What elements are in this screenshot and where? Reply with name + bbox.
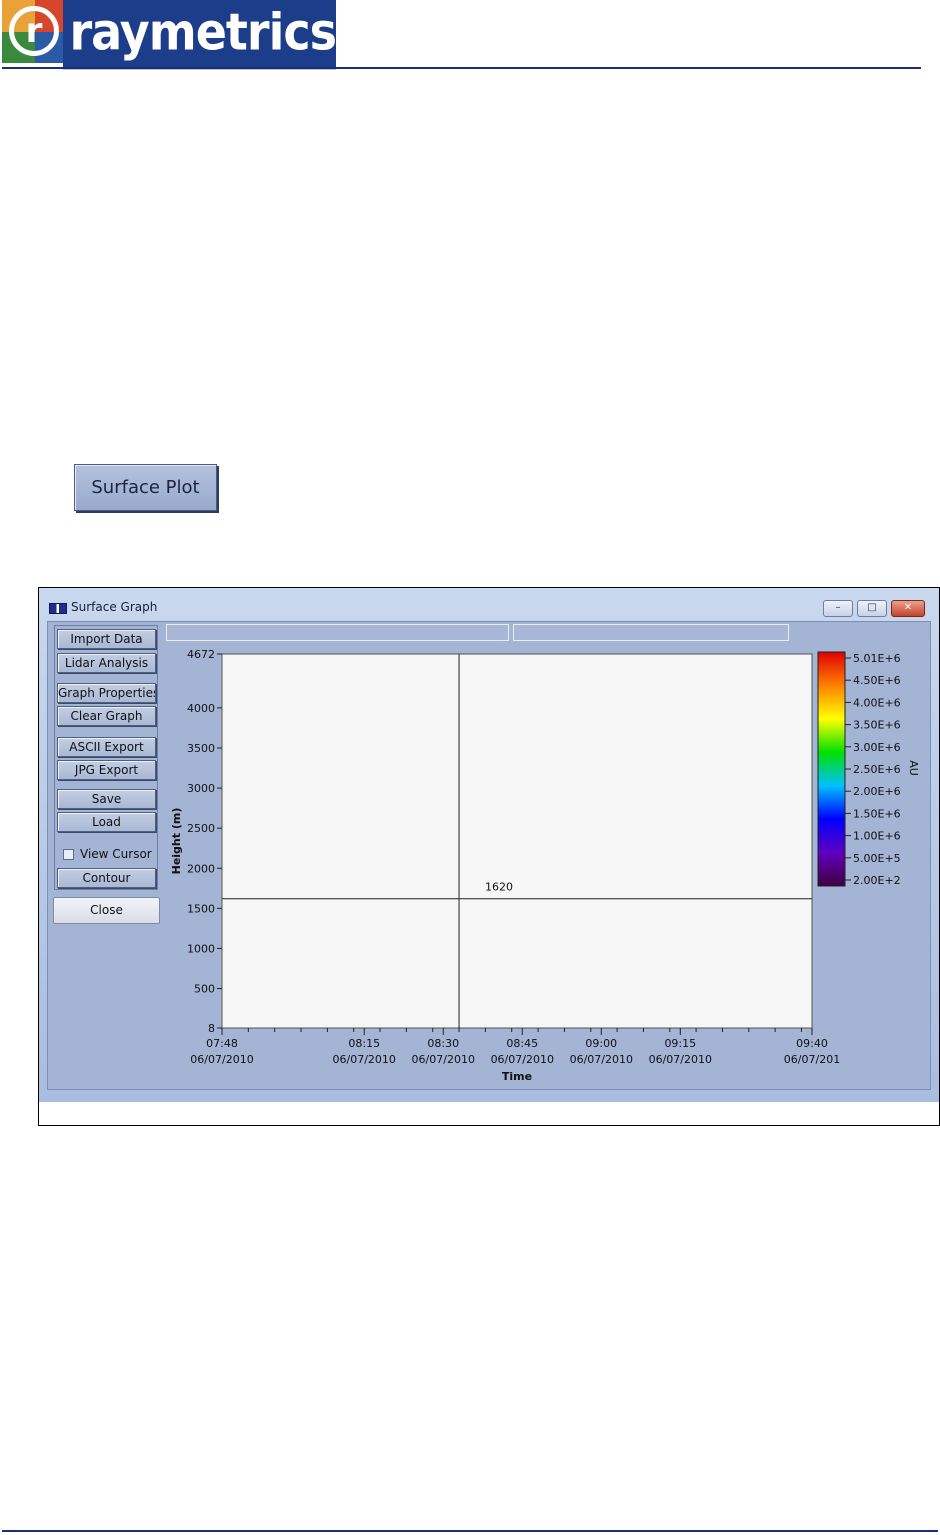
screenshot-figure: Surface Graph – □ ✕ Import Data Lidar An… — [38, 587, 940, 1126]
window-client-area: Import Data Lidar Analysis Graph Propert… — [47, 621, 931, 1090]
window-title: Surface Graph — [71, 600, 158, 614]
surface-graph-window: Surface Graph – □ ✕ Import Data Lidar An… — [39, 588, 939, 1102]
maximize-button[interactable]: □ — [857, 600, 887, 617]
y-tick-label: 4672 — [187, 648, 215, 661]
logo-mark: r — [2, 0, 64, 63]
y-tick-label: 3000 — [187, 782, 215, 795]
y-tick-label: 8 — [208, 1022, 215, 1035]
colorbar-tick-label: 5.00E+5 — [853, 852, 901, 865]
colorbar — [817, 651, 846, 887]
x-tick-time: 07:48 — [206, 1037, 238, 1050]
x-tick-date: 06/07/2010 — [570, 1053, 633, 1066]
x-tick-time: 08:30 — [427, 1037, 459, 1050]
surface-plot: 4672 4000 3500 3000 2500 2000 1500 1000 500 8 07:… — [170, 648, 920, 1083]
colorbar-tick-label: 2.50E+6 — [853, 763, 901, 776]
cursor-value-label: 1620 — [485, 881, 513, 894]
footer-rule — [2, 1530, 938, 1532]
logo-wordmark: raymetrics — [63, 0, 337, 70]
x-tick-time: 08:45 — [506, 1037, 538, 1050]
x-tick-time: 09:00 — [585, 1037, 617, 1050]
plot-area — [221, 653, 813, 1029]
x-tick-date: 06/07/2010 — [412, 1053, 475, 1066]
x-tick-time: 09:15 — [664, 1037, 696, 1050]
y-tick-label: 3500 — [187, 742, 215, 755]
y-tick-label: 2500 — [187, 822, 215, 835]
colorbar-tick-label: 3.00E+6 — [853, 741, 901, 754]
surface-plot-button[interactable]: Surface Plot — [74, 464, 217, 511]
x-tick-date: 06/07/2010 — [333, 1053, 396, 1066]
x-tick-date: 06/07/2010 — [649, 1053, 712, 1066]
app-icon — [49, 603, 67, 614]
x-tick-date: 06/07/201 — [784, 1053, 840, 1066]
x-tick-date: 06/07/2010 — [190, 1053, 253, 1066]
colorbar-tick-label: 1.50E+6 — [853, 807, 901, 820]
minimize-button[interactable]: – — [823, 600, 853, 617]
colorbar-label: AU — [907, 760, 920, 776]
logo-mark-letter: r — [25, 11, 43, 51]
x-tick-date: 06/07/2010 — [491, 1053, 554, 1066]
y-tick-label: 4000 — [187, 702, 215, 715]
x-axis-title: Time — [502, 1070, 532, 1083]
close-window-button[interactable]: ✕ — [891, 600, 925, 617]
y-tick-label: 1500 — [187, 902, 215, 915]
colorbar-tick-label: 2.00E+2 — [853, 874, 901, 887]
y-tick-label: 1000 — [187, 942, 215, 955]
colorbar-tick-label: 4.50E+6 — [853, 674, 901, 687]
colorbar-tick-label: 4.00E+6 — [853, 696, 901, 709]
colorbar-tick-label: 1.00E+6 — [853, 830, 901, 843]
header-rule — [2, 67, 921, 69]
y-tick-label: 500 — [194, 983, 215, 996]
colorbar-tick-label: 5.01E+6 — [853, 652, 901, 665]
colorbar-tick-label: 2.00E+6 — [853, 785, 901, 798]
raymetrics-logo: r raymetrics — [2, 0, 337, 70]
y-axis-title: Height (m) — [170, 808, 183, 875]
y-tick-label: 2000 — [187, 862, 215, 875]
colorbar-tick-label: 3.50E+6 — [853, 719, 901, 732]
x-tick-time: 09:40 — [796, 1037, 828, 1050]
x-tick-time: 08:15 — [348, 1037, 380, 1050]
